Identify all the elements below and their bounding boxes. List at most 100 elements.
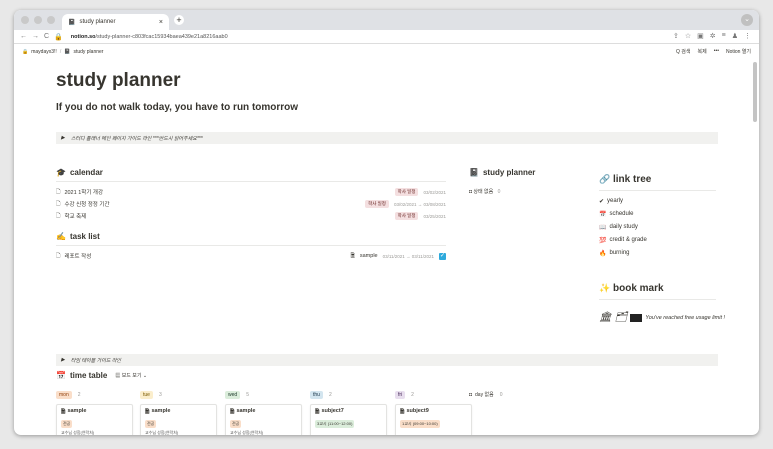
link-tree-label: yearly: [607, 198, 624, 204]
calendar-heading: 🎓 calendar: [56, 168, 103, 177]
search-button[interactable]: Q 검색: [676, 48, 690, 55]
calendar-title: calendar: [69, 168, 103, 177]
study-planner-title: study planner: [482, 168, 536, 177]
link-tree-item[interactable]: 📖 daily study: [599, 224, 638, 231]
extension-icon-1[interactable]: ☆: [685, 32, 691, 40]
extension-icon-0[interactable]: ⇪: [673, 32, 679, 40]
card-title: 🗎 subject9: [400, 408, 467, 417]
chevron-down-icon[interactable]: ⌄: [741, 14, 753, 26]
card-title: 🗎 sample: [61, 408, 128, 417]
status-empty-group[interactable]: ◘ 상태 없음 0: [469, 188, 500, 195]
card-title: 🗎 sample: [145, 408, 212, 417]
hidden-icon: ◘: [469, 189, 473, 195]
day-pill[interactable]: tue: [140, 391, 153, 399]
day-pill[interactable]: thu: [310, 391, 323, 399]
document-icon: 🗎: [61, 409, 66, 415]
link-icon: 🔗: [599, 174, 611, 184]
card-title-text: sample: [151, 408, 171, 414]
url-field[interactable]: notion.so/study-planner-c803fcac15934bae…: [71, 34, 228, 40]
address-bar: ← → C 🔒 notion.so/study-planner-c803fcac…: [14, 30, 759, 44]
day-pill[interactable]: wed: [225, 391, 241, 399]
task-row[interactable]: 🗋 레포트 작성 🗎 sample 03/11/2021 → 03/11/2021 ✓: [56, 251, 446, 261]
calendar-row[interactable]: 🗋 2021 1학기 개강 학사 일정 03/02/2021: [56, 187, 446, 197]
page-scrollbar[interactable]: [753, 62, 757, 122]
calendar-row[interactable]: 🗋 학교 축제 학사 일정 03/25/2021: [56, 211, 446, 221]
calendar-tag: 학사 일정: [394, 212, 419, 220]
card-title-text: subject9: [406, 408, 429, 414]
browser-tab[interactable]: 📓 study planner ×: [62, 14, 169, 30]
task-date: 03/11/2021 → 03/11/2021: [382, 253, 434, 259]
link-tree-item[interactable]: 🔥 burning: [599, 250, 630, 257]
board-card[interactable]: 🗎 sample 전공 교수님 성함(연락처): [140, 404, 217, 435]
daily-study-icon: 📖: [599, 225, 607, 231]
link-tree-label: daily study: [609, 224, 638, 230]
calendar-row-meta: 학사 일정 03/02/2021: [394, 188, 446, 196]
board-view-button[interactable]: ▦ 보드 보기 ⌄: [115, 372, 147, 379]
credit-grade-icon: 💯: [599, 238, 607, 244]
breadcrumb-workspace[interactable]: maydayx3!!: [31, 49, 57, 55]
extension-icon-6[interactable]: ⋮: [744, 32, 751, 40]
calendar-row-name: 수강 신청 정정 기간: [64, 202, 110, 208]
no-day-column-header: ◘ day 없음 0: [469, 391, 503, 399]
bookmark-row[interactable]: 🏛 🗂 You've reached free usage limit !: [599, 312, 725, 323]
extension-icon-4[interactable]: ≡: [722, 32, 726, 40]
open-notion-button[interactable]: Notion 열기: [726, 48, 751, 55]
time-table-title: time table: [69, 371, 108, 380]
extension-icon-2[interactable]: ▣: [697, 32, 704, 40]
reload-icon[interactable]: C: [44, 33, 49, 41]
day-pill[interactable]: fri: [395, 391, 406, 399]
calendar-icon: 📅: [56, 371, 66, 380]
no-day-count: 0: [499, 391, 503, 398]
link-tree-item[interactable]: 💯 credit & grade: [599, 237, 647, 244]
card-title-text: sample: [67, 408, 87, 414]
card-title-text: sample: [236, 408, 256, 414]
breadcrumb-page[interactable]: study planner: [73, 49, 103, 55]
window-controls[interactable]: [21, 16, 55, 24]
calendar-row[interactable]: 🗋 수강 신청 정정 기간 학사 일정 03/02/2021 → 03/08/2021: [56, 199, 446, 209]
page-title: study planner: [56, 70, 181, 91]
breadcrumb-separator: /: [59, 49, 62, 55]
card-tag: 3교시 (11:00~12:00): [315, 420, 355, 428]
burning-icon: 🔥: [599, 251, 607, 257]
extension-icon-5[interactable]: ♟: [732, 32, 738, 40]
calendar-row-meta: 학사 일정 03/02/2021 → 03/08/2021: [365, 200, 446, 208]
calendar-date: 03/02/2021 → 03/08/2021: [393, 201, 446, 207]
workspace-lock-icon: 🔒: [22, 49, 29, 55]
day-count: 3: [158, 392, 162, 398]
card-tag: 전공: [61, 420, 73, 428]
divider: [599, 190, 716, 191]
link-tree-title: link tree: [613, 174, 652, 185]
extension-icon-3[interactable]: ✲: [710, 32, 716, 40]
close-tab-icon[interactable]: ×: [159, 19, 163, 26]
board-card[interactable]: 🗎 subject7 3교시 (11:00~12:00): [310, 404, 387, 435]
card-professor: 교수님 성함(연락처): [230, 430, 264, 435]
board-card[interactable]: 🗎 subject9 1교시 (09:00~10:00): [395, 404, 472, 435]
schedule-icon: 📅: [599, 212, 607, 218]
calendar-row-name: 2021 1학기 개강: [64, 190, 104, 196]
link-tree-item[interactable]: 📅 schedule: [599, 211, 634, 218]
board-card[interactable]: 🗎 sample 전공 교수님 성함(연락처): [56, 404, 133, 435]
duplicate-button[interactable]: 복제: [697, 48, 706, 55]
guide-toggle[interactable]: ▶ 스터디 플래너 메인 페이지 가이드 라인 ***반드시 읽어주세요***: [56, 132, 718, 144]
new-tab-button[interactable]: +: [174, 15, 184, 25]
page-content: study planner If you do not walk today, …: [14, 60, 759, 435]
task-link[interactable]: sample: [360, 253, 378, 259]
triangle-right-icon[interactable]: ▶: [61, 357, 65, 363]
card-title-text: subject7: [321, 408, 344, 414]
yearly-icon: ✔: [599, 199, 605, 205]
more-button[interactable]: •••: [714, 48, 719, 55]
day-count: 5: [246, 392, 249, 398]
triangle-right-icon[interactable]: ▶: [61, 135, 65, 141]
card-tag: 전공: [230, 420, 242, 428]
board-card[interactable]: 🗎 sample 전공 교수님 성함(연락처): [225, 404, 302, 435]
url-path: /study-planner-c803fcac15934baea439e21a8…: [95, 33, 228, 40]
table-guide-toggle[interactable]: ▶ 타임 테이블 가이드 라인: [56, 354, 718, 366]
link-tree-heading: 🔗 link tree: [599, 174, 651, 185]
day-pill[interactable]: mon: [56, 391, 72, 399]
usage-limit-notice: You've reached free usage limit !: [645, 314, 726, 321]
done-checkbox[interactable]: ✓: [439, 252, 446, 260]
calendar-tag: 학사 일정: [394, 188, 419, 196]
back-icon[interactable]: ←: [20, 33, 27, 41]
forward-icon[interactable]: →: [32, 33, 39, 41]
link-tree-item[interactable]: ✔ yearly: [599, 198, 623, 205]
